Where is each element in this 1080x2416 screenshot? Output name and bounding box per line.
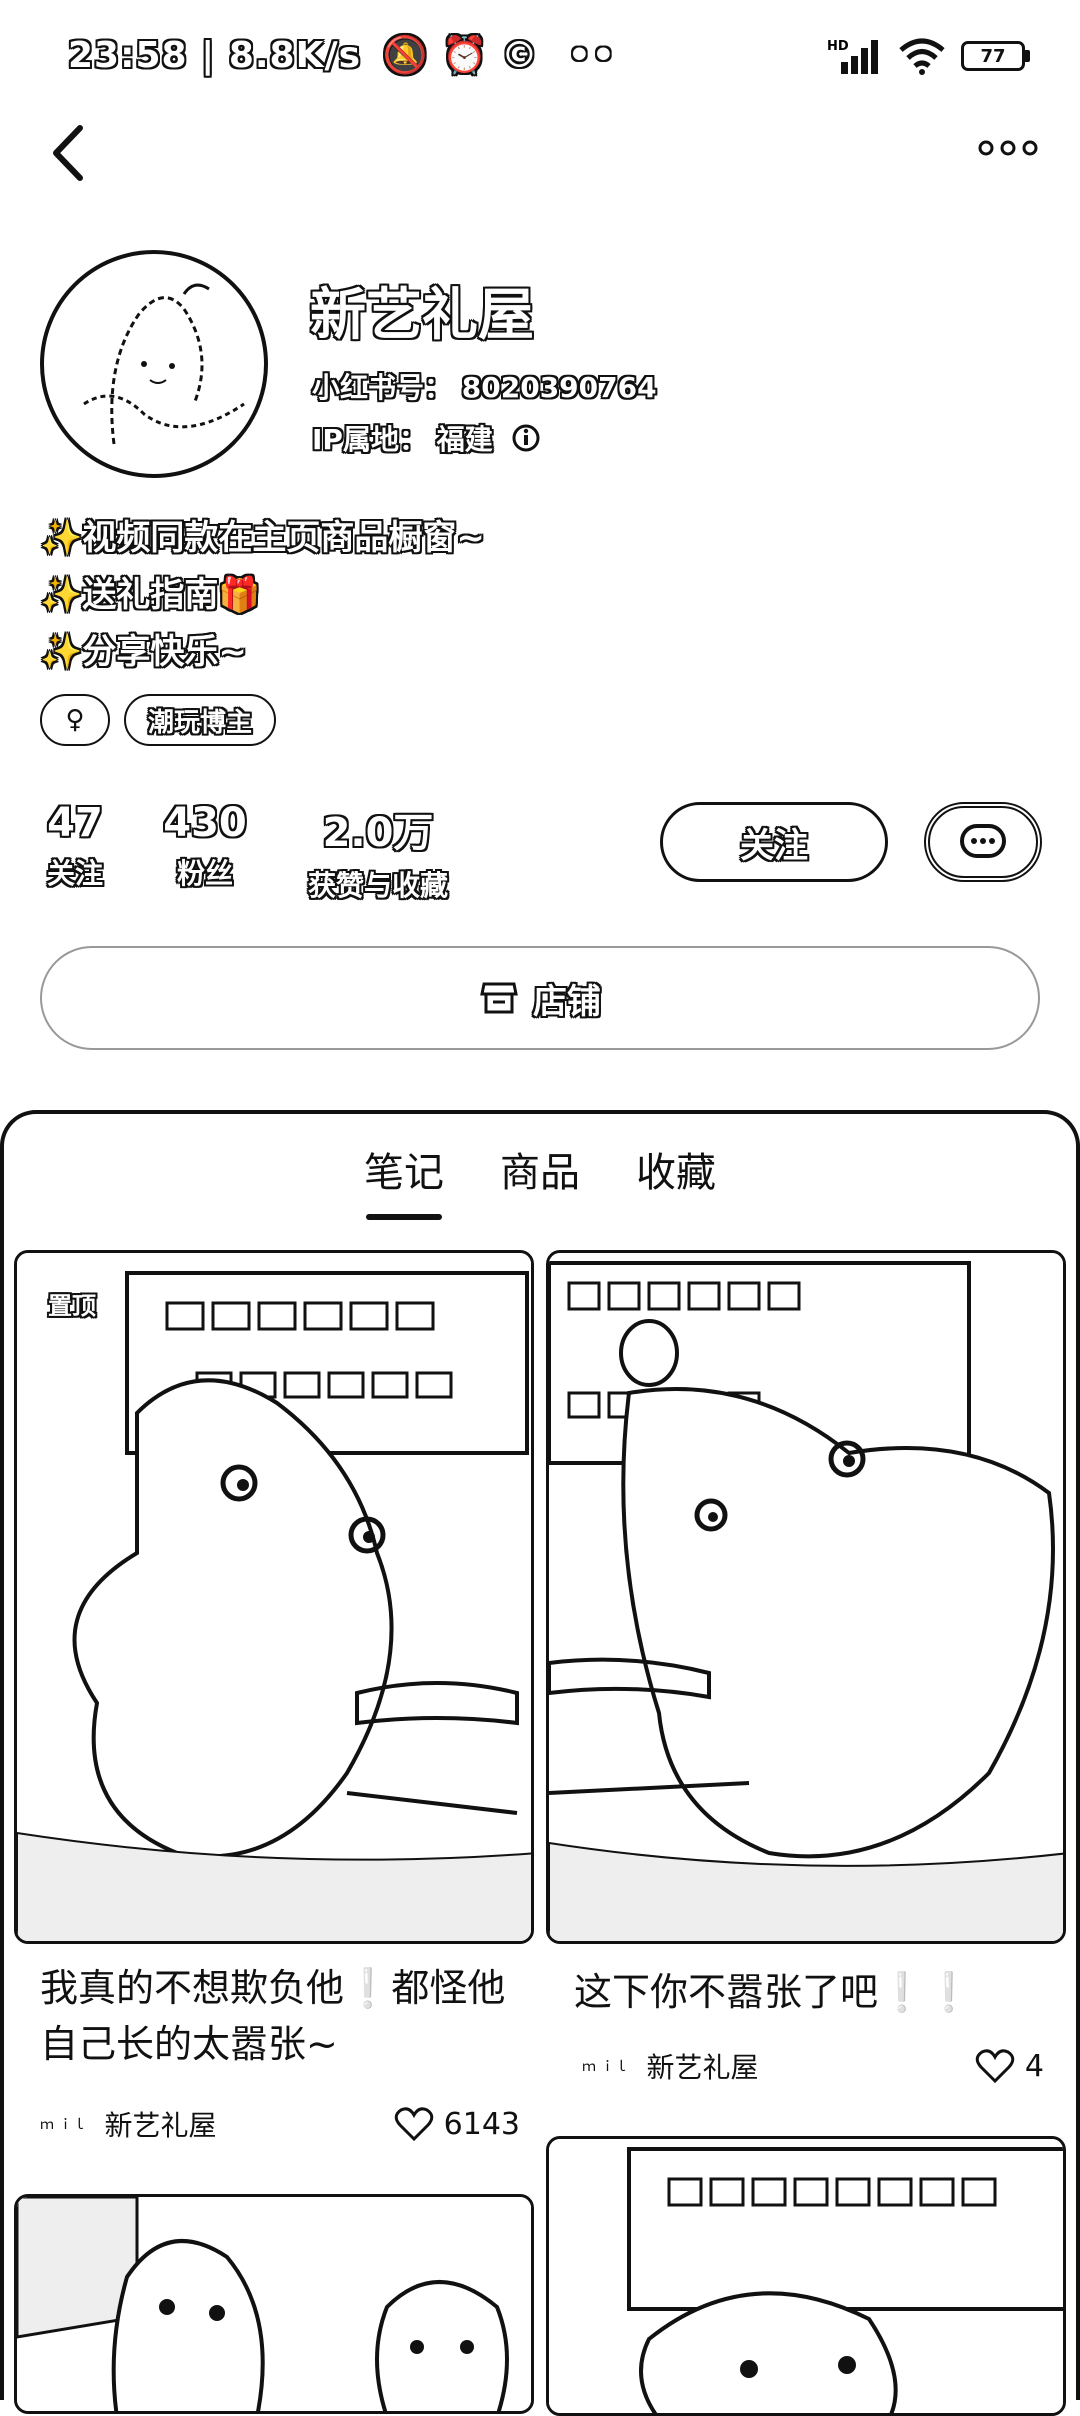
note-title[interactable]: 我真的不想欺负他❕都怪他自己长的太嚣张~ <box>40 1960 520 2072</box>
like-count: 4 <box>1024 2048 1044 2084</box>
note-meta: ｍ ｉｌ 新艺礼屋 6143 <box>40 2104 520 2144</box>
shop-label: 店铺 <box>533 981 601 1022</box>
stat-likes[interactable]: 2.0万 获赞与收藏 <box>300 800 456 904</box>
stat-following[interactable]: 47 关注 <box>40 800 110 892</box>
note-card[interactable] <box>546 2136 1066 2416</box>
profile-name: 新艺礼屋 <box>310 283 534 348</box>
note-author[interactable]: 新艺礼屋 <box>646 2046 758 2086</box>
heart-icon[interactable] <box>975 2048 1015 2084</box>
user-id-label: 小红书号： <box>312 371 453 404</box>
battery-level: 77 <box>961 41 1025 71</box>
author-avatar: ｍ ｉｌ <box>40 2117 87 2133</box>
avatar[interactable] <box>40 250 268 478</box>
note-card[interactable] <box>14 2194 534 2414</box>
category-tag[interactable]: 潮玩博主 <box>124 694 277 746</box>
tab-notes[interactable]: 笔记 <box>364 1140 444 1220</box>
note-cover-image <box>17 1253 531 1941</box>
ip-value: 福建 <box>436 423 493 456</box>
network-speed: 8.8K/s <box>228 35 362 76</box>
status-bar: 23:58 | 8.8K/s 🔕 ⏰ © •• HD 77 <box>0 0 1080 110</box>
note-title[interactable]: 这下你不嚣张了吧❕❕ <box>574 1964 1054 2020</box>
wifi-icon <box>899 38 945 75</box>
gender-tag: ♀ <box>40 694 110 746</box>
svg-text:HD: HD <box>827 39 849 54</box>
tab-collections[interactable]: 收藏 <box>636 1140 716 1220</box>
user-id-value[interactable]: 8020390764 <box>462 371 657 404</box>
chat-icon <box>960 824 1006 858</box>
battery-icon: 77 <box>961 41 1030 71</box>
content-tabs: 笔记 商品 收藏 <box>0 1140 1080 1220</box>
ip-location: IP属地： 福建 <box>312 418 541 458</box>
chat-button[interactable] <box>924 802 1042 882</box>
like-count: 6143 <box>443 2106 520 2142</box>
bio-line: ✨分享快乐~ <box>40 632 247 672</box>
bio-line: ✨视频同款在主页商品橱窗~ <box>40 518 485 558</box>
alarm-icon: ⏰ <box>442 35 488 76</box>
status-time: 23:58 <box>68 35 188 76</box>
heart-icon[interactable] <box>394 2106 434 2142</box>
back-icon[interactable] <box>40 120 96 186</box>
note-cover-image <box>549 1253 1063 1941</box>
note-card[interactable] <box>546 1250 1066 1944</box>
user-id: 小红书号： 8020390764 <box>312 366 657 406</box>
signal-icon: HD <box>827 39 878 74</box>
more-notifications: •• <box>567 35 616 76</box>
author-avatar: ｍ ｉｌ <box>582 2059 629 2075</box>
app-notification-icon: © <box>501 35 539 76</box>
bio-line: ✨送礼指南🎁 <box>40 575 261 615</box>
avatar-icon <box>83 283 245 445</box>
stat-followers[interactable]: 430 粉丝 <box>162 800 248 892</box>
store-icon <box>480 982 518 1014</box>
status-left: 23:58 | 8.8K/s 🔕 ⏰ © •• <box>68 35 616 76</box>
note-cover-image <box>549 2139 1063 2413</box>
tab-products[interactable]: 商品 <box>500 1140 580 1220</box>
follow-button[interactable]: 关注 <box>660 802 888 882</box>
ip-label: IP属地： <box>312 423 427 456</box>
note-card[interactable] <box>14 1250 534 1944</box>
profile-tags: ♀ 潮玩博主 <box>40 694 277 746</box>
status-right: HD 77 <box>827 36 1030 76</box>
shop-button[interactable]: 店铺 <box>40 946 1040 1050</box>
mute-icon: 🔕 <box>382 35 429 76</box>
note-meta: ｍ ｉｌ 新艺礼屋 4 <box>582 2046 1044 2086</box>
info-icon[interactable] <box>511 423 541 453</box>
note-author[interactable]: 新艺礼屋 <box>104 2104 216 2144</box>
pinned-badge: 置顶 <box>48 1292 96 1320</box>
bio: ✨视频同款在主页商品橱窗~ ✨送礼指南🎁 ✨分享快乐~ <box>40 510 485 681</box>
more-icon[interactable] <box>976 128 1040 168</box>
note-cover-image <box>17 2197 531 2411</box>
female-icon: ♀ <box>65 705 85 735</box>
